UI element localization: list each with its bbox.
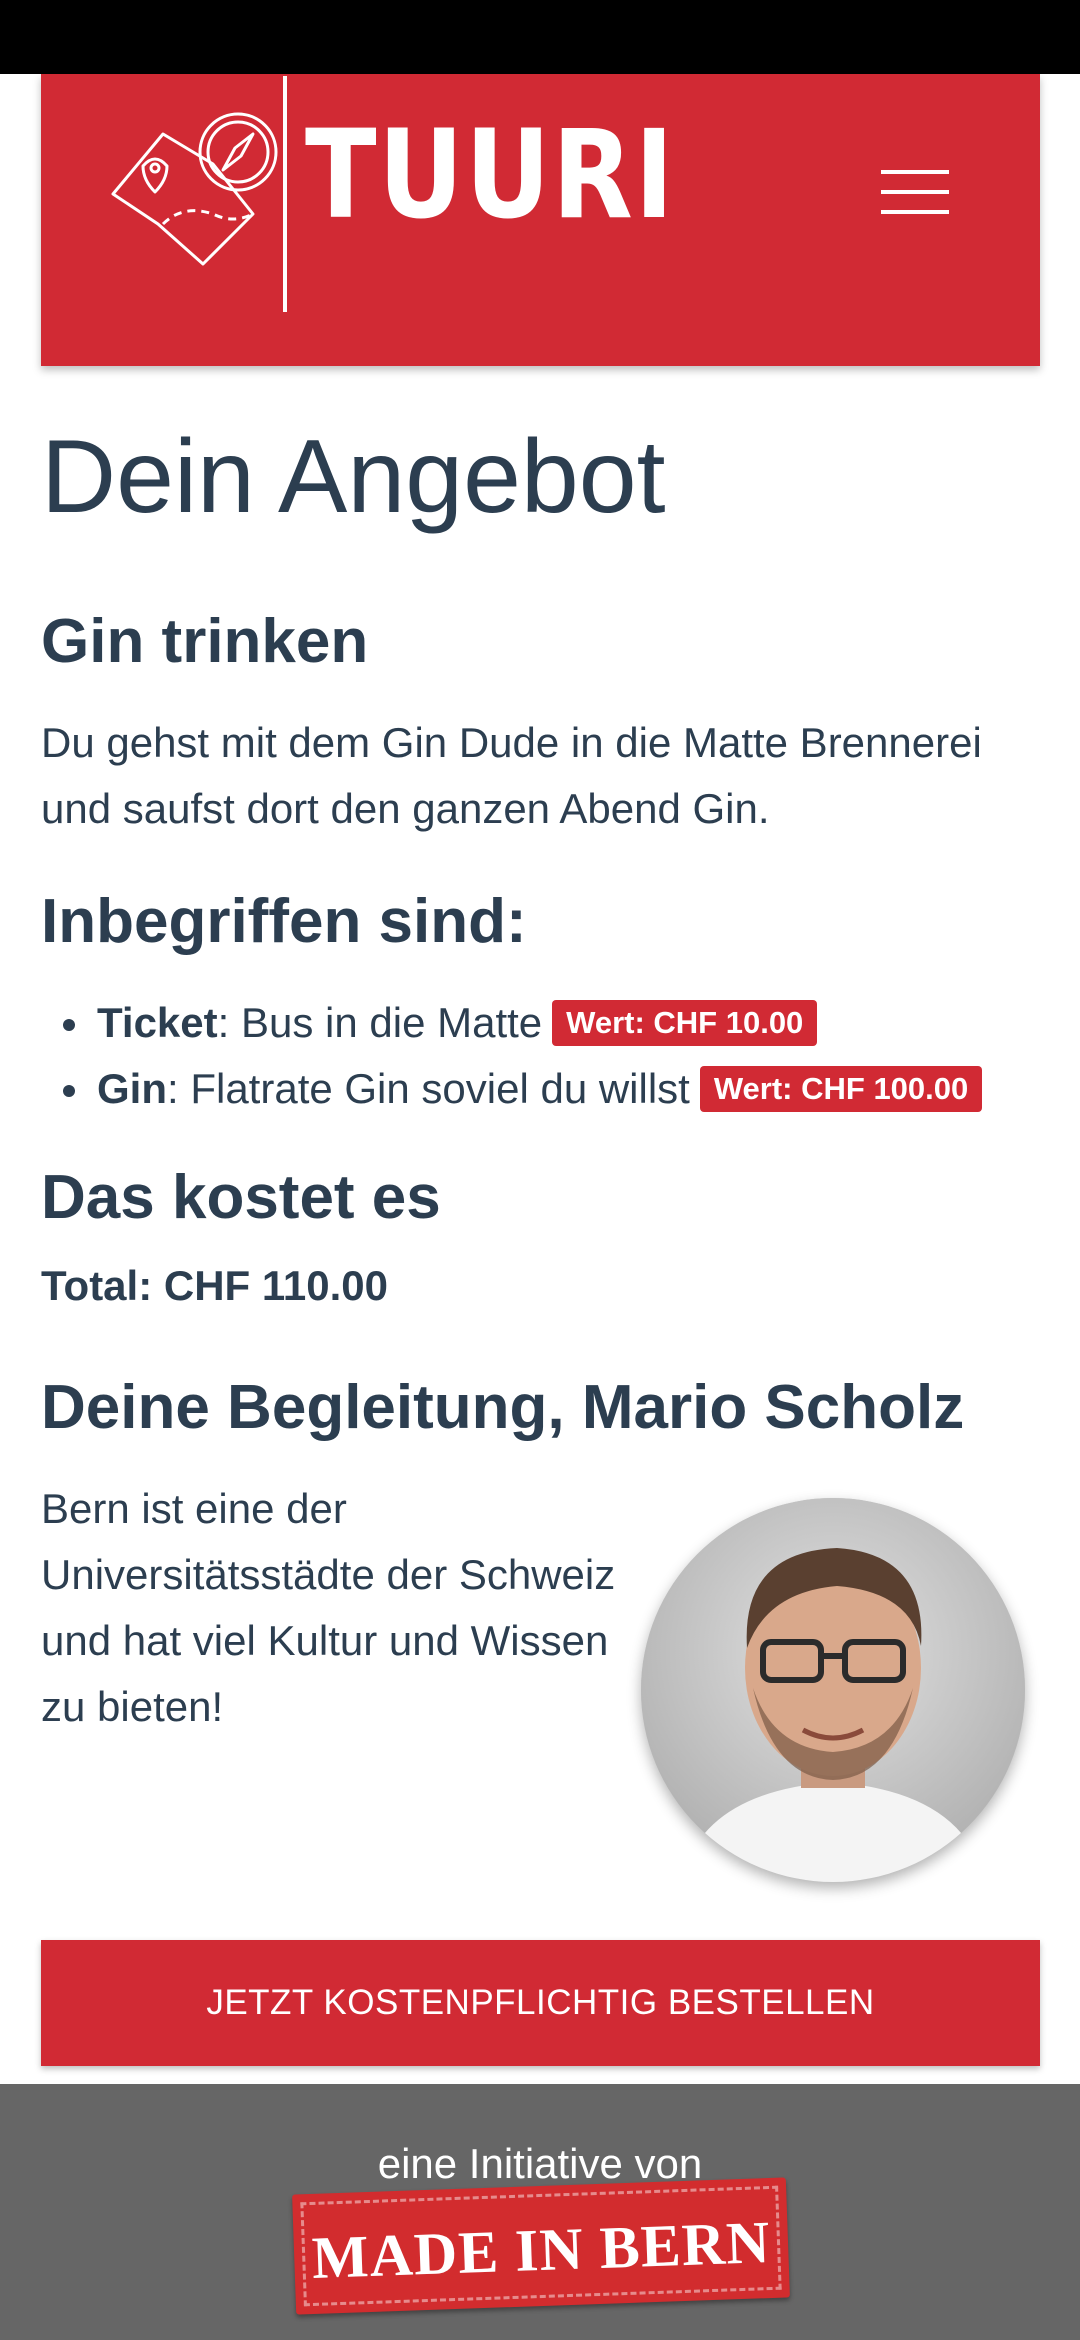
value-badge: Wert: CHF 100.00 — [699, 1066, 983, 1112]
guide-heading: Deine Begleitung, Mario Scholz — [41, 1373, 965, 1442]
logo-divider — [283, 76, 287, 312]
status-bar — [0, 0, 1080, 74]
order-button[interactable]: JETZT KOSTENPFLICHTIG BESTELLEN — [41, 1940, 1040, 2066]
total-price: Total: CHF 110.00 — [41, 1262, 388, 1309]
included-heading: Inbegriffen sind: — [41, 887, 527, 956]
value-badge: Wert: CHF 10.00 — [552, 1000, 818, 1046]
offer-title: Gin trinken — [41, 607, 369, 676]
site-footer: eine Initiative von MADE IN BERN — [0, 2084, 1080, 2340]
offer-description: Du gehst mit dem Gin Dude in die Matte B… — [41, 719, 982, 832]
item-text: : Flatrate Gin soviel du willst — [167, 1065, 690, 1112]
map-compass-icon[interactable] — [103, 104, 293, 274]
list-item: Gin: Flatrate Gin soviel du willst Wert: … — [41, 1056, 983, 1122]
guide-description: Bern ist eine der Universitätsstädte der… — [41, 1485, 616, 1730]
footer-text: eine Initiative von — [377, 2140, 703, 2187]
made-in-bern-logo[interactable]: MADE IN BERN — [292, 2177, 790, 2315]
list-item: Ticket: Bus in die Matte Wert: CHF 10.00 — [41, 990, 982, 1056]
included-list: Ticket: Bus in die Matte Wert: CHF 10.00 … — [41, 990, 983, 1122]
guide-avatar — [641, 1498, 1025, 1882]
page-title: Dein Angebot — [41, 419, 666, 535]
cost-heading: Das kostet es — [41, 1163, 441, 1232]
item-name: Ticket — [97, 999, 218, 1046]
item-name: Gin — [97, 1065, 167, 1112]
item-text: : Bus in die Matte — [217, 999, 543, 1046]
hamburger-menu-icon[interactable] — [881, 166, 955, 222]
site-header: TUURI — [41, 74, 1040, 366]
brand-logo-text[interactable]: TUURI — [305, 114, 675, 236]
